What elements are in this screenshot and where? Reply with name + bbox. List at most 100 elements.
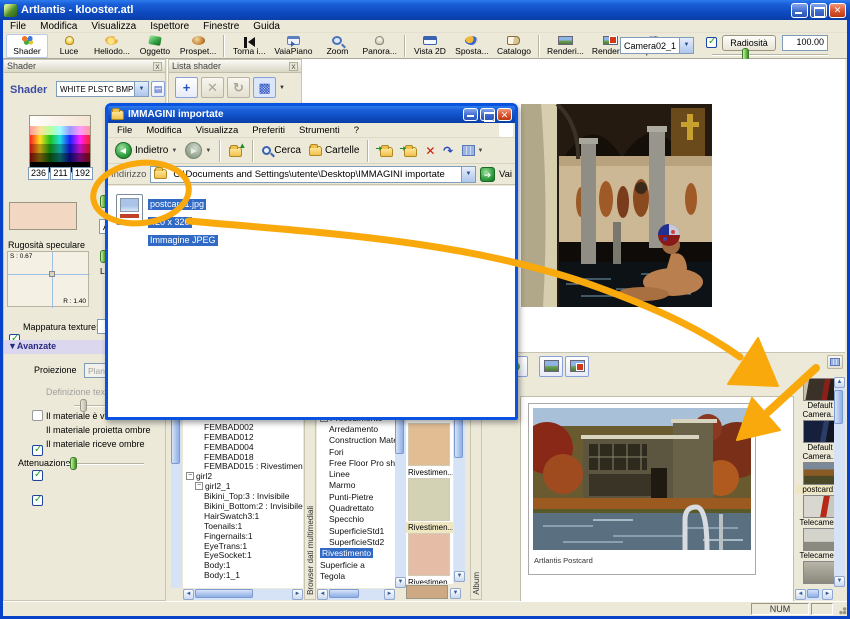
menu-item-visualizza[interactable]: Visualizza [189,125,246,136]
toolbar-button-torna[interactable]: Torna i... [228,34,270,58]
toolbar-button-panora[interactable]: Panora... [358,34,401,58]
toolbar-button-luce[interactable]: Luce [48,34,90,58]
rgb-g-value[interactable]: 211 [50,167,71,180]
tree-item-marmo[interactable]: Marmo [317,480,395,491]
material-casts-shadows-checkbox[interactable] [32,470,43,481]
chevron-down-icon[interactable]: ▼ [134,82,148,96]
texture-dropdown-button[interactable]: ▼ [450,588,461,599]
toolbar-button-vaia[interactable]: VaiaPiano [270,34,316,58]
tree-item-bikini-bottom-2-invisibile[interactable]: Bikini_Bottom:2 : Invisibile [183,501,303,511]
explorer-titlebar[interactable]: IMMAGINI importate [108,106,515,123]
texture-swatch[interactable] [408,533,450,576]
collapse-panel-button[interactable] [827,355,843,369]
toolbar-button-oggetto[interactable]: Oggetto [134,34,176,58]
album-thumbnail-dark[interactable] [803,420,837,443]
move-to-button[interactable] [374,144,396,158]
tree2-vscrollbar[interactable]: ▼ [395,412,406,588]
up-button[interactable] [226,144,247,158]
tree-item-tegola[interactable]: Tegola [317,570,395,581]
copy-to-button[interactable] [398,144,420,158]
tree-item-punti-pietre[interactable]: Punti-Pietre [317,491,395,502]
album-add-image-button[interactable] [539,356,563,377]
menu-item--[interactable]: ? [347,125,366,136]
close-icon[interactable]: x [289,62,298,71]
color-picker[interactable] [29,115,91,173]
texture-item-label[interactable]: Rivestimen... [406,467,453,478]
menu-item-preferiti[interactable]: Preferiti [245,125,292,136]
forward-button[interactable]: ▼ [182,141,214,160]
toolbar-button-vista2d[interactable]: Vista 2D [409,34,451,58]
album-thumbnail-church[interactable] [803,378,837,401]
tree-item-linee[interactable]: Linee [317,468,395,479]
tree-item-fembad012[interactable]: FEMBAD012 [183,432,303,442]
album-remove-image-button[interactable] [565,356,589,377]
shader-list-icon[interactable]: ▤ [151,81,165,97]
menu-item-finestre[interactable]: Finestre [196,21,246,32]
tree1-hscrollbar[interactable]: ◄ ► [183,589,303,600]
texture-item-label[interactable]: Rivestimen... [406,522,453,533]
toolbar-button-sposta[interactable]: Sposta... [451,34,493,58]
tree-item-eyetrans-1[interactable]: EyeTrans:1 [183,541,303,551]
album-thumbnail-autumn[interactable] [803,462,837,485]
tab-browser-dati-multimediali[interactable]: Browser dati multimediali [304,412,316,600]
toolbar-button-shader[interactable]: Shader [6,34,48,58]
menu-item-visualizza[interactable]: Visualizza [84,21,143,32]
delete-shader-button[interactable]: ✕ [201,77,224,98]
close-button[interactable] [829,3,846,18]
postcard-card[interactable]: Artlantis Postcard [528,403,756,575]
roughness-graph[interactable]: S : 0.67 R : 1.40 [7,251,89,307]
menu-item-modifica[interactable]: Modifica [139,125,188,136]
tree-item-hairswatch3-1[interactable]: HairSwatch3:1 [183,511,303,521]
tree-item-fori[interactable]: Fori [317,446,395,457]
tree-item-girl2-1[interactable]: −girl2_1 [183,481,303,491]
rgb-r-value[interactable]: 236 [28,167,49,180]
tree-item-fembad015-rivestimento004[interactable]: FEMBAD015 : Rivestimento004 [183,461,303,471]
texture-current-swatch[interactable] [406,585,448,599]
tree-item-body-1[interactable]: Body:1 [183,560,303,570]
menu-item-file[interactable]: File [110,125,139,136]
radiosity-slider-track[interactable] [712,54,828,56]
texture-swatch[interactable] [408,478,450,521]
tree-item-fembad004[interactable]: FEMBAD004 [183,442,303,452]
menu-item-strumenti[interactable]: Strumenti [292,125,347,136]
tree-item-fingernails-1[interactable]: Fingernails:1 [183,531,303,541]
minimize-button[interactable] [463,108,478,121]
tree-item-eyesocket-1[interactable]: EyeSocket:1 [183,550,303,560]
menu-item-file[interactable]: File [3,21,33,32]
address-input[interactable]: C:\Documents and Settings\utente\Desktop… [150,166,476,183]
maximize-button[interactable] [810,3,827,18]
undo-button[interactable]: ↶ [440,144,456,158]
texture-item-label[interactable]: Rivestimen... [406,577,453,584]
explorer-content[interactable]: postcard1.jpg 420 x 320 Immagine JPEG [108,186,515,417]
tree-item-rivestimento[interactable]: Rivestimento [317,548,395,559]
tree-item-free-floor-pro-sha[interactable]: Free Floor Pro sha [317,457,395,468]
toolbar-button-zoom[interactable]: Zoom [316,34,358,58]
add-shader-button[interactable]: + [175,77,198,98]
rgb-b-value[interactable]: 192 [72,167,93,180]
tree-item-arredamento[interactable]: Arredamento [317,423,395,434]
tree-item-girl2[interactable]: −girl2 [183,471,303,481]
tree-item-toenails-1[interactable]: Toenails:1 [183,521,303,531]
texture-list-vscrollbar[interactable]: ▼ [454,412,465,582]
close-icon[interactable]: x [153,62,162,71]
chevron-down-icon[interactable]: ▼ [679,38,693,53]
back-button[interactable]: Indietro ▼ [112,141,180,160]
collapse-icon[interactable]: − [195,482,203,490]
toolbar-button-helio[interactable]: Heliodo... [90,34,134,58]
radiosity-checkbox[interactable] [706,37,717,48]
album-vscrollbar[interactable]: ▲ ▼ [834,377,845,587]
tree-item-superficie-a[interactable]: Superficie a [317,559,395,570]
shader-list-panel-header[interactable]: Lista shader x [169,60,301,73]
tree-item-fembad018[interactable]: FEMBAD018 [183,452,303,462]
go-label[interactable]: Vai [499,169,512,180]
delete-button[interactable]: ✕ [422,144,438,158]
tree1-vscrollbar[interactable] [171,414,182,588]
camera-select[interactable]: Camera02_1 ▼ [620,37,694,54]
radiosity-button[interactable]: Radiosità [722,35,776,51]
pick-shader-button[interactable]: ▩ [253,77,276,98]
maximize-button[interactable] [480,108,495,121]
album-thumbnail-partial[interactable] [803,561,837,584]
album-hscrollbar[interactable]: ◄ ► [795,589,833,600]
tree-item-construction-mate[interactable]: Construction Mate [317,435,395,446]
tree-item-specchio[interactable]: Specchio [317,514,395,525]
